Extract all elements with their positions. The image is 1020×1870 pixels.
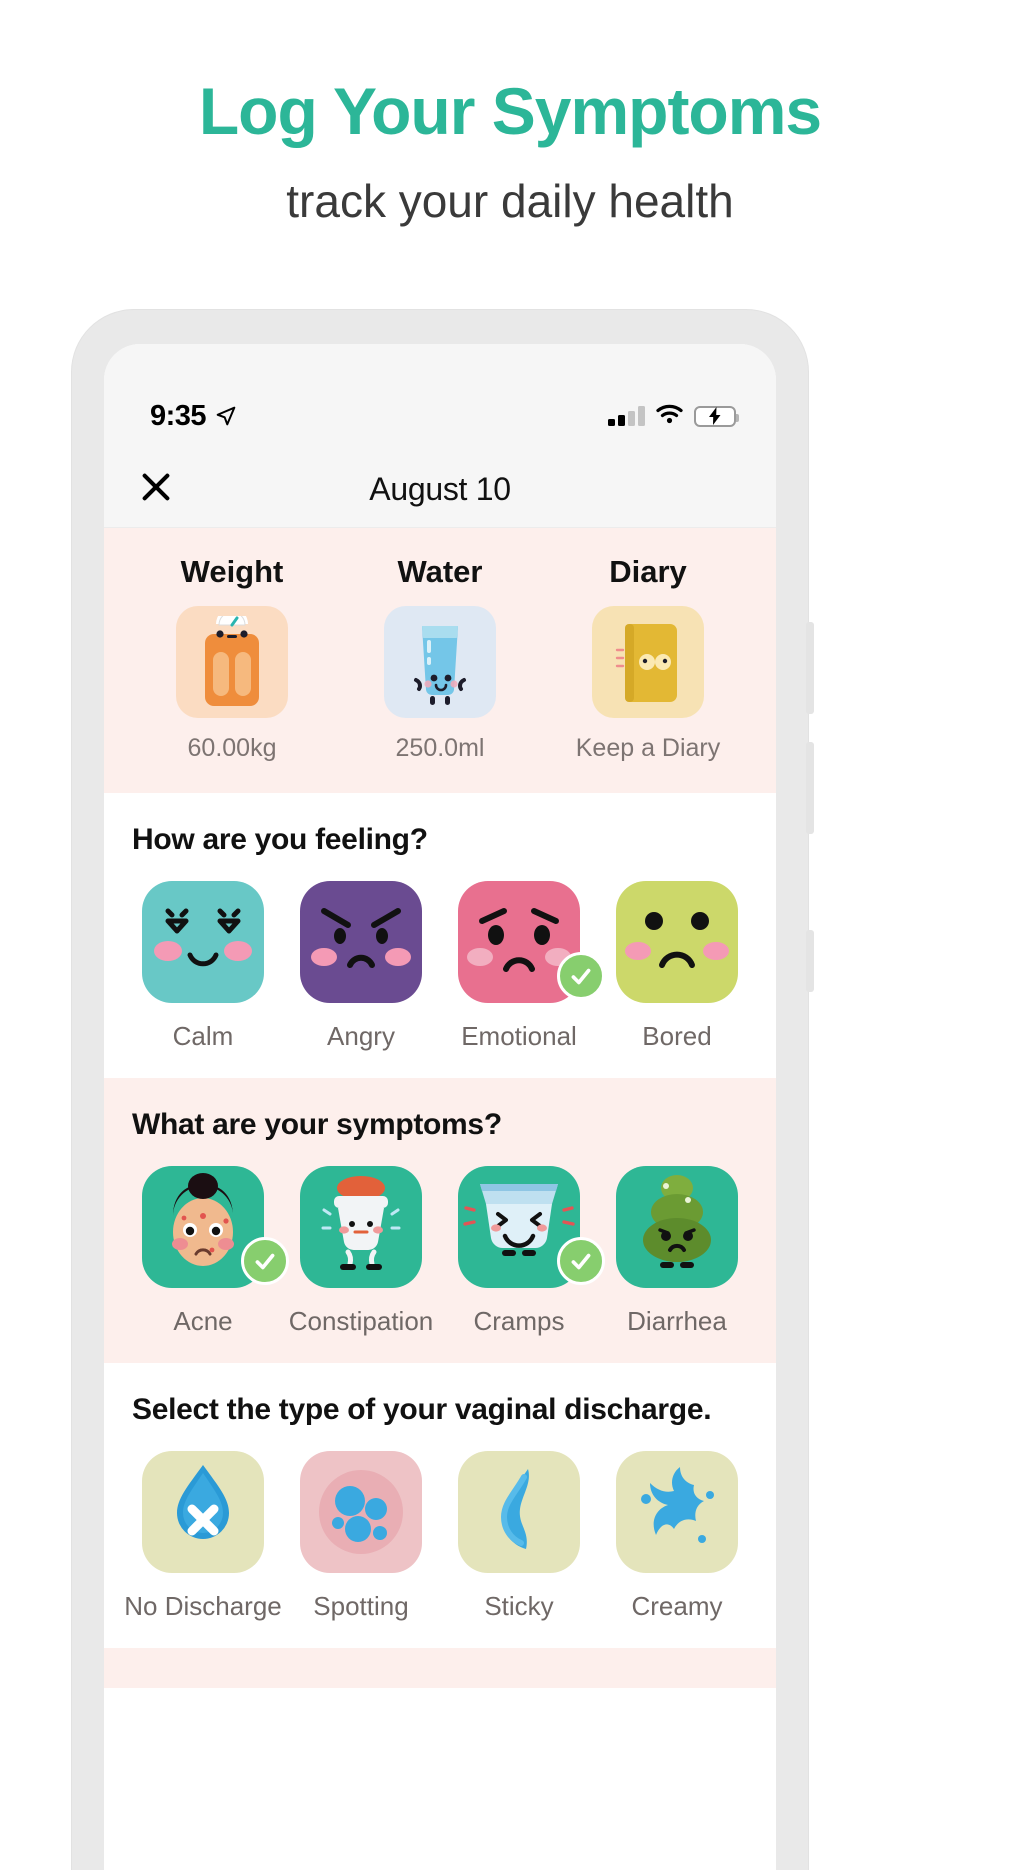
mood-bored-icon bbox=[616, 881, 738, 1003]
mood-angry-icon bbox=[300, 881, 422, 1003]
symptom-option-cramps[interactable]: Cramps bbox=[440, 1166, 605, 1337]
promo-header: Log Your Symptoms track your daily healt… bbox=[0, 0, 1020, 228]
check-icon bbox=[255, 1253, 275, 1270]
page-title: Log Your Symptoms bbox=[198, 74, 822, 148]
phone-mockup: 9:35 August 10 Weight 60.00kg Water 250.… bbox=[72, 310, 814, 1870]
discharge-label: Sticky bbox=[484, 1591, 554, 1621]
mood-option-emotional[interactable]: Emotional bbox=[440, 881, 605, 1052]
discharge-label: Creamy bbox=[631, 1591, 723, 1621]
symptom-constipation-icon bbox=[300, 1166, 422, 1288]
volume-up-button[interactable] bbox=[806, 622, 814, 714]
metric-value: 250.0ml bbox=[395, 734, 485, 762]
mood-label: Calm bbox=[172, 1021, 234, 1051]
discharge-sticky-icon bbox=[458, 1451, 580, 1573]
symptoms-section: What are your symptoms? Acne Constipatio… bbox=[104, 1078, 776, 1363]
discharge-option-spotting[interactable]: Spotting bbox=[282, 1451, 440, 1622]
diary-book-icon bbox=[592, 606, 704, 718]
metric-value: 60.00kg bbox=[187, 734, 277, 762]
symptoms-heading: What are your symptoms? bbox=[132, 1108, 502, 1141]
discharge-option-no-discharge[interactable]: No Discharge bbox=[124, 1451, 282, 1622]
close-button[interactable] bbox=[134, 468, 178, 512]
symptom-option-constipation[interactable]: Constipation bbox=[282, 1166, 440, 1337]
status-bar: 9:35 bbox=[104, 344, 776, 452]
discharge-grid: No Discharge Spotting Sticky Creamy bbox=[104, 1427, 776, 1648]
mood-option-calm[interactable]: Calm bbox=[124, 881, 282, 1052]
check-icon bbox=[571, 1253, 591, 1270]
water-glass-icon bbox=[384, 606, 496, 718]
mood-label: Emotional bbox=[461, 1021, 577, 1051]
symptom-label: Constipation bbox=[288, 1306, 434, 1336]
cellular-signal-icon bbox=[608, 406, 645, 426]
check-icon bbox=[571, 968, 591, 985]
page-subtitle: track your daily health bbox=[286, 175, 734, 227]
metric-diary[interactable]: Diary Keep a Diary bbox=[544, 554, 752, 763]
metric-weight[interactable]: Weight 60.00kg bbox=[128, 554, 336, 763]
discharge-heading: Select the type of your vaginal discharg… bbox=[132, 1393, 712, 1426]
mood-option-bored[interactable]: Bored bbox=[598, 881, 756, 1052]
symptom-option-acne[interactable]: Acne bbox=[124, 1166, 289, 1337]
next-section-peek bbox=[104, 1648, 776, 1688]
metrics-section: Weight 60.00kg Water 250.0ml Diary Keep … bbox=[104, 528, 776, 793]
weight-scale-icon bbox=[176, 606, 288, 718]
date-title: August 10 bbox=[369, 471, 511, 507]
discharge-creamy-icon bbox=[616, 1451, 738, 1573]
metric-title: Diary bbox=[609, 554, 687, 589]
symptom-option-diarrhea[interactable]: Diarrhea bbox=[598, 1166, 756, 1337]
volume-down-button[interactable] bbox=[806, 742, 814, 834]
symptom-label: Acne bbox=[173, 1306, 233, 1336]
symptoms-grid: Acne Constipation Cramps Diarrhea bbox=[104, 1142, 776, 1363]
discharge-option-creamy[interactable]: Creamy bbox=[598, 1451, 756, 1622]
discharge-label: Spotting bbox=[313, 1591, 409, 1621]
symptom-diarrhea-icon bbox=[616, 1166, 738, 1288]
mood-label: Angry bbox=[327, 1021, 395, 1051]
battery-charging-icon bbox=[694, 405, 739, 427]
symptom-label: Cramps bbox=[473, 1306, 565, 1336]
discharge-label: No Discharge bbox=[124, 1591, 282, 1621]
metric-title: Weight bbox=[180, 554, 284, 589]
discharge-option-sticky[interactable]: Sticky bbox=[440, 1451, 598, 1622]
mood-label: Bored bbox=[642, 1021, 712, 1051]
mood-heading: How are you feeling? bbox=[132, 823, 428, 856]
status-bar-left: 9:35 bbox=[150, 400, 236, 433]
mood-section: How are you feeling? Calm Angry Emotiona… bbox=[104, 793, 776, 1078]
mood-calm-icon bbox=[142, 881, 264, 1003]
metric-water[interactable]: Water 250.0ml bbox=[336, 554, 544, 763]
app-navbar: August 10 bbox=[104, 452, 776, 528]
status-time: 9:35 bbox=[150, 399, 207, 432]
discharge-none-icon bbox=[142, 1451, 264, 1573]
discharge-section: Select the type of your vaginal discharg… bbox=[104, 1363, 776, 1648]
location-arrow-icon bbox=[216, 406, 236, 426]
discharge-spotting-icon bbox=[300, 1451, 422, 1573]
close-icon bbox=[139, 470, 173, 509]
mood-grid: Calm Angry Emotional Bored bbox=[104, 857, 776, 1078]
status-bar-right bbox=[608, 404, 739, 429]
wifi-icon bbox=[656, 404, 683, 429]
mood-option-angry[interactable]: Angry bbox=[282, 881, 440, 1052]
power-button[interactable] bbox=[806, 930, 814, 992]
metric-title: Water bbox=[397, 554, 483, 589]
symptom-label: Diarrhea bbox=[627, 1306, 727, 1336]
phone-screen: 9:35 August 10 Weight 60.00kg Water 250.… bbox=[104, 344, 776, 1870]
metric-value: Keep a Diary bbox=[575, 734, 721, 762]
